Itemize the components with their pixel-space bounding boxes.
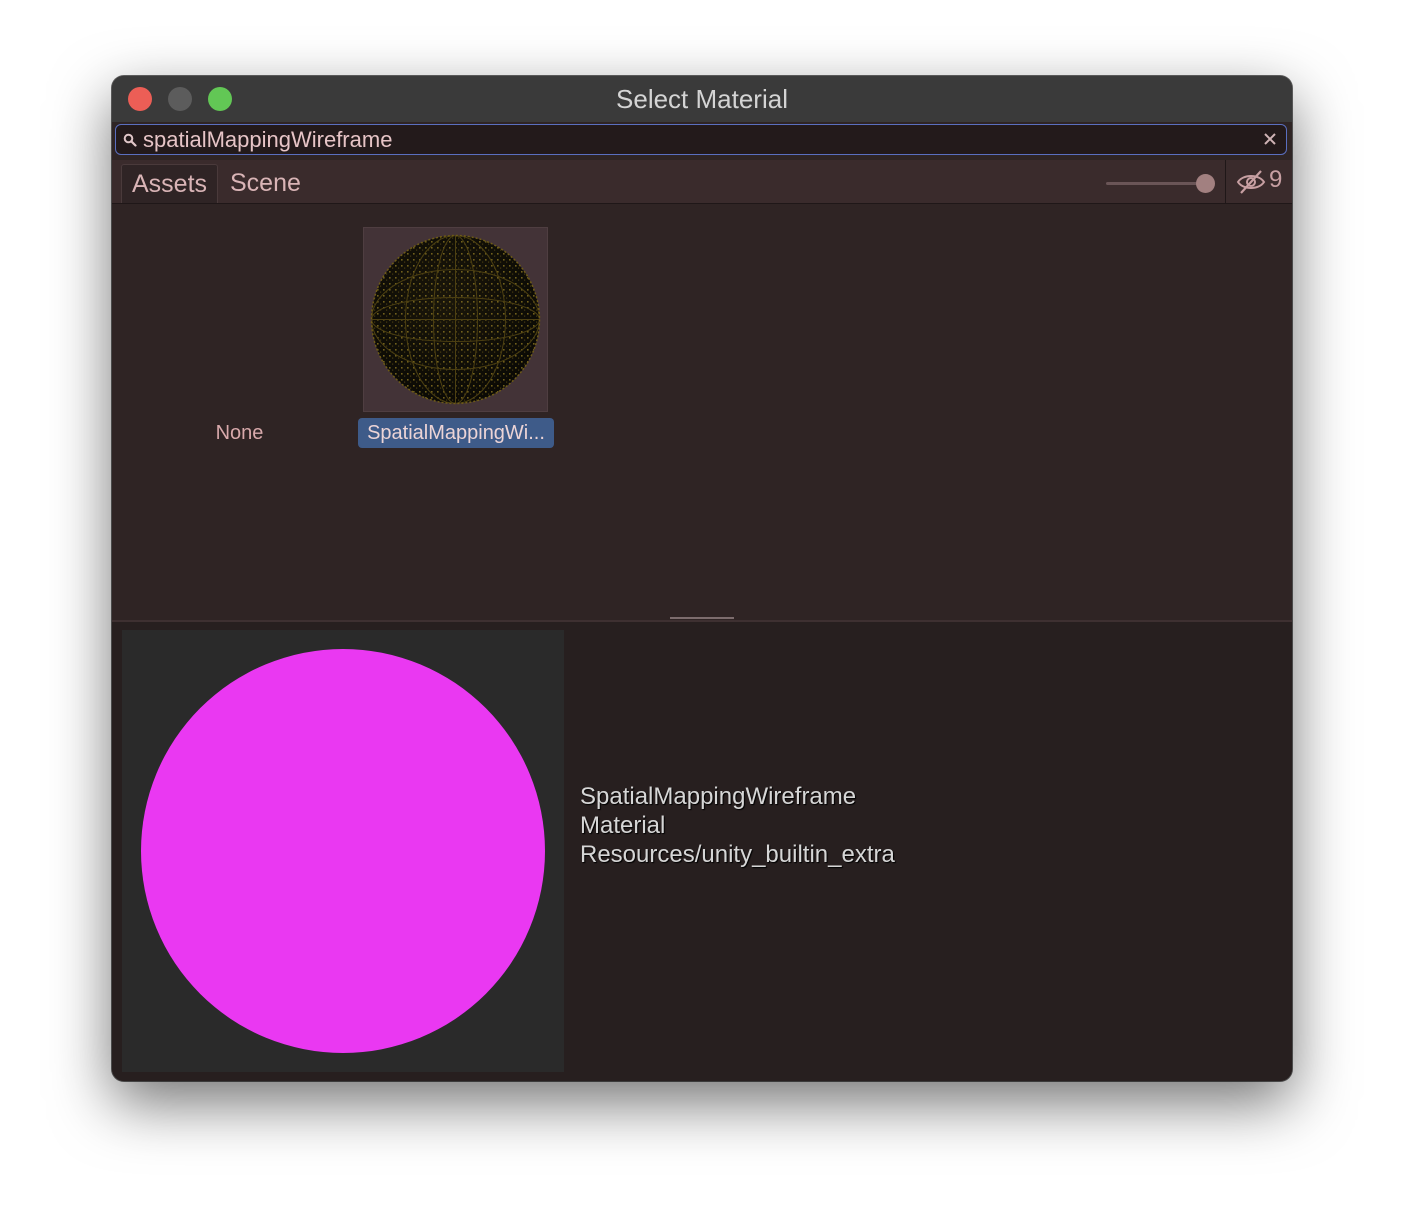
material-type: Material	[580, 812, 666, 839]
preview-sphere	[141, 649, 545, 1053]
none-option[interactable]: None	[172, 418, 307, 448]
material-preview	[122, 630, 564, 1072]
asset-grid: None SpatialMappingWi...	[112, 204, 1292, 620]
material-info: SpatialMappingWireframe Material Resourc…	[580, 782, 895, 869]
eye-slash-icon	[1236, 170, 1266, 194]
material-path: Resources/unity_builtin_extra	[580, 841, 895, 868]
picker-toolbar: Assets Scene 9	[112, 160, 1292, 204]
title-bar[interactable]: Select Material	[112, 76, 1292, 122]
material-name: SpatialMappingWireframe	[580, 783, 857, 810]
hidden-count: 9	[1269, 166, 1283, 193]
splitter-grip-line	[670, 617, 734, 619]
search-input[interactable]	[143, 125, 1256, 154]
select-material-window: Select Material Assets Scene 9 None	[112, 76, 1292, 1081]
window-title: Select Material	[616, 84, 788, 114]
search-icon	[123, 133, 137, 147]
hidden-objects-toggle[interactable]: 9	[1225, 160, 1292, 203]
material-item-label[interactable]: SpatialMappingWi...	[358, 418, 554, 448]
tab-scene[interactable]: Scene	[220, 164, 311, 203]
search-bar[interactable]	[115, 124, 1287, 155]
zoom-slider-handle[interactable]	[1196, 174, 1215, 193]
wireframe-sphere-thumbnail	[370, 234, 541, 405]
close-icon[interactable]	[1260, 129, 1280, 149]
material-thumbnail[interactable]	[363, 227, 548, 412]
zoom-slider[interactable]	[1106, 182, 1206, 185]
preview-panel: SpatialMappingWireframe Material Resourc…	[112, 622, 1292, 1081]
tab-assets[interactable]: Assets	[121, 164, 218, 203]
